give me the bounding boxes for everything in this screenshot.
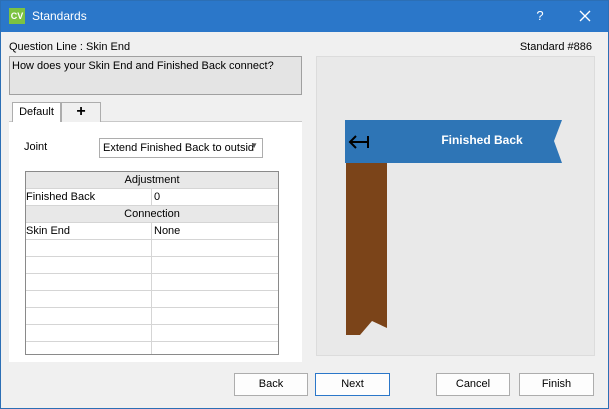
grid-empty-row <box>26 274 278 291</box>
standard-number: Standard #886 <box>519 41 592 53</box>
close-icon <box>579 10 591 22</box>
cancel-button[interactable]: Cancel <box>436 373 510 396</box>
grid-empty-row <box>26 325 278 342</box>
grid-section-title: Connection <box>124 208 180 220</box>
finish-button[interactable]: Finish <box>519 373 594 396</box>
plus-icon: + <box>76 103 86 120</box>
question-text-box: How does your Skin End and Finished Back… <box>9 56 302 95</box>
grid-row[interactable]: Finished Back 0 <box>26 189 278 206</box>
grid-row-value[interactable]: None <box>152 223 278 239</box>
grid-empty-row <box>26 240 278 257</box>
preview-panel: Finished Back <box>316 56 595 356</box>
grid-section-header: Adjustment <box>26 172 278 189</box>
grid-empty-row <box>26 291 278 308</box>
help-button[interactable]: ? <box>530 6 550 26</box>
properties-grid: Adjustment Finished Back 0 Connection Sk… <box>25 171 279 355</box>
grid-section-header: Connection <box>26 206 278 223</box>
grid-empty-cell <box>26 308 152 324</box>
grid-empty-cell <box>26 291 152 307</box>
grid-empty-row <box>26 308 278 325</box>
grid-empty-cell <box>26 240 152 256</box>
grid-empty-cell <box>26 257 152 273</box>
joint-selected-value: Extend Finished Back to outsid <box>103 142 255 154</box>
close-button[interactable] <box>575 6 595 26</box>
grid-section-title: Adjustment <box>124 174 180 186</box>
grid-empty-cell <box>26 325 152 341</box>
grid-empty-cell <box>26 274 152 290</box>
grid-empty-row <box>26 342 278 354</box>
question-text: How does your Skin End and Finished Back… <box>12 60 274 72</box>
next-button[interactable]: Next <box>315 373 390 396</box>
standards-dialog: CV Standards ? Question Line : Skin End … <box>0 0 609 409</box>
tab-default-label: Default <box>19 106 54 118</box>
grid-row-value[interactable]: 0 <box>152 189 278 205</box>
grid-empty-row <box>26 257 278 274</box>
joint-label: Joint <box>24 141 48 153</box>
window-title: Standards <box>32 9 87 23</box>
grid-empty-cell <box>26 342 152 354</box>
app-logo-icon: CV <box>9 8 25 24</box>
grid-row[interactable]: Skin End None <box>26 223 278 240</box>
question-line-label: Question Line : Skin End <box>9 41 131 53</box>
tab-default[interactable]: Default <box>12 102 61 123</box>
skin-end-shape <box>346 163 387 335</box>
joint-select[interactable]: Extend Finished Back to outsid ▼ <box>99 138 263 158</box>
chevron-down-icon: ▼ <box>250 141 258 150</box>
grid-row-name: Finished Back <box>26 189 152 205</box>
tab-strip: Default + <box>9 102 302 123</box>
finished-back-label: Finished Back <box>441 133 523 147</box>
grid-row-name: Skin End <box>26 223 152 239</box>
title-bar: CV Standards ? <box>1 1 608 32</box>
joint-diagram: Finished Back <box>345 120 562 335</box>
back-button[interactable]: Back <box>234 373 308 396</box>
add-tab-button[interactable]: + <box>61 102 101 122</box>
